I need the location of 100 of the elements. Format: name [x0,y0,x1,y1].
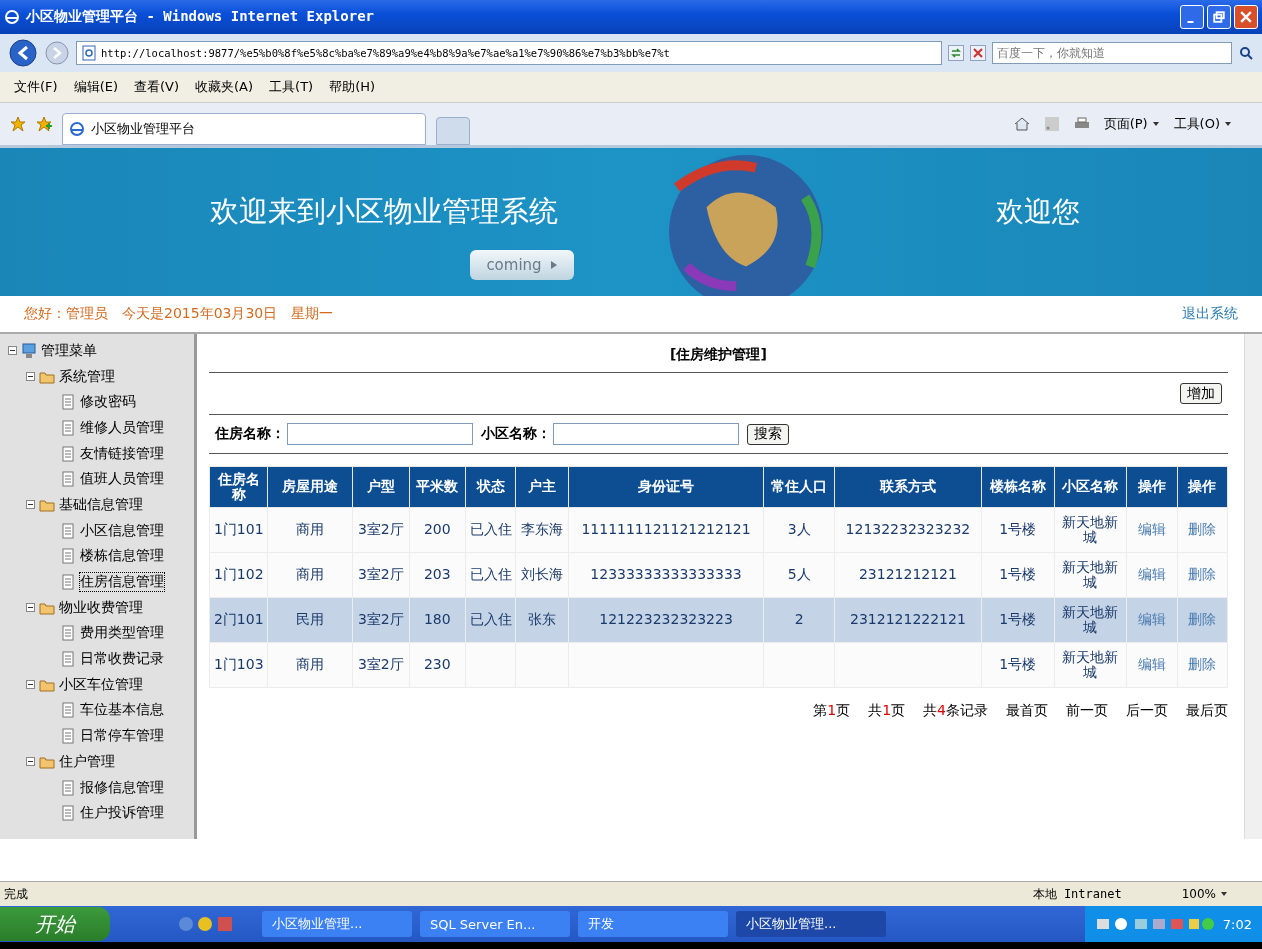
table-cell: 1号楼 [999,566,1037,583]
search-field[interactable]: 百度一下，你就知道 [992,42,1232,64]
restore-button[interactable] [1207,5,1231,29]
table-cell: 3人 [787,521,811,538]
zoom-control[interactable]: 100% [1181,887,1216,901]
scrollbar[interactable] [1244,334,1262,839]
tree-item[interactable]: 友情链接管理 [80,444,164,463]
table-cell: 刘长海 [521,566,564,583]
column-header: 常住人口 [763,466,835,508]
table-row[interactable]: 1门101 商用 3室2厅 200 已入住 李东海 1111111121121212121 3人 12132232323232 1号楼 新天地新城 编辑 删除 [209,507,1228,553]
tree-item[interactable]: 费用类型管理 [80,624,164,643]
collapse-toggle-icon[interactable] [26,603,35,613]
search-button[interactable]: 搜索 [747,423,789,445]
column-header: 房屋用途 [267,466,353,508]
collapse-toggle-icon[interactable] [26,757,35,767]
tools-menu-button[interactable]: 工具(O) [1173,115,1220,133]
browser-logo-icon [69,121,85,137]
clock: 7:02 [1222,916,1252,932]
coming-button[interactable]: coming [470,250,574,280]
tree-root[interactable]: 管理菜单 [41,341,97,360]
add-button[interactable]: 增加 [1180,383,1222,404]
tree-folder[interactable]: 住户管理 [59,752,115,771]
add-favorite-icon[interactable] [36,116,52,132]
taskbar-button[interactable]: 小区物业管理... [736,911,886,937]
table-cell: 2门101 [213,611,264,628]
logout-link[interactable]: 退出系统 [1182,305,1238,323]
star-icon[interactable] [10,116,26,132]
tree-item[interactable]: 小区信息管理 [80,521,164,540]
stop-button[interactable] [970,45,986,61]
tree-item[interactable]: 日常收费记录 [80,650,164,669]
tree-item[interactable]: 值班人员管理 [80,470,164,489]
tree-item[interactable]: 住户投诉管理 [80,804,164,823]
status-text: 完成 [4,885,28,903]
search-input[interactable] [553,423,739,445]
document-icon [60,522,76,539]
collapse-toggle-icon[interactable] [8,346,17,356]
tree-item[interactable]: 维修人员管理 [80,418,164,437]
collapse-toggle-icon[interactable] [26,680,35,690]
table-row[interactable]: 1门103 商用 3室2厅 230 1号楼 新天地新城 编辑 删除 [209,642,1228,688]
caret-icon[interactable] [1151,120,1160,128]
table-cell: 新天地新城 [1062,558,1119,590]
search-input[interactable] [287,423,473,445]
pager-link[interactable]: 最首页 [1006,702,1048,720]
table-cell: 1门102 [213,566,264,583]
column-header: 小区名称 [1054,466,1127,508]
collapse-toggle-icon[interactable] [26,500,35,510]
back-button[interactable] [8,38,38,68]
tree-item[interactable]: 住房信息管理 [80,573,164,592]
minimize-button[interactable] [1180,5,1204,29]
search-icon[interactable] [1238,45,1254,61]
menu-item[interactable]: 文件(F) [14,78,58,96]
menu-item[interactable]: 收藏夹(A) [195,78,254,96]
document-icon [60,651,76,668]
table-cell: 200 [423,521,451,538]
pager-link[interactable]: 最后页 [1186,702,1228,720]
taskbar-button[interactable]: 小区物业管理... [262,911,412,937]
forward-button[interactable] [44,40,70,66]
column-header: 户型 [352,466,410,508]
page-icon [81,45,97,61]
caret-icon[interactable] [1220,890,1228,898]
menu-item[interactable]: 查看(V) [134,78,180,96]
table-cell: 民用 [296,611,325,628]
pager-link[interactable]: 前一页 [1066,702,1108,720]
home-icon[interactable] [1013,116,1030,132]
table-cell: 1门101 [213,521,264,538]
tree-item[interactable]: 日常停车管理 [80,727,164,746]
close-button[interactable] [1234,5,1258,29]
table-row[interactable]: 1门102 商用 3室2厅 203 已入住 刘长海 12333333333333333 5人 23121212121 1号楼 新天地新城 编辑 删除 [209,552,1228,598]
tree-folder[interactable]: 小区车位管理 [59,675,143,694]
menu-item[interactable]: 编辑(E) [73,78,118,96]
refresh-button[interactable] [948,45,964,61]
collapse-toggle-icon[interactable] [26,372,35,382]
caret-icon[interactable] [1224,120,1232,128]
tree-item[interactable]: 楼栋信息管理 [80,547,164,566]
document-icon [60,419,76,436]
browser-tab[interactable]: 小区物业管理平台 [62,113,426,145]
tree-folder[interactable]: 基础信息管理 [59,495,143,514]
document-icon [60,445,76,462]
tree-item[interactable]: 车位基本信息 [80,701,164,720]
document-icon [60,625,76,642]
table-cell: 230 [423,656,451,673]
menu-item[interactable]: 帮助(H) [329,78,376,96]
start-button[interactable]: 开始 [0,907,110,941]
pager-link[interactable]: 后一页 [1126,702,1168,720]
menu-item[interactable]: 工具(T) [269,78,314,96]
taskbar-button[interactable]: 开发 [578,911,728,937]
quick-launch-icons[interactable] [178,916,234,932]
tree-folder[interactable]: 系统管理 [59,367,115,386]
column-header: 户主 [515,466,569,508]
table-cell: 1号楼 [999,611,1037,628]
address-field[interactable]: http://localhost:9877/%e5%b0%8f%e5%8c%ba%e7%89%a9%e4%b8%9a%e7%ae%a1%e7%90%86%e7%b3%bb%e7%t [76,41,942,65]
taskbar-button[interactable]: SQL Server En... [420,911,570,937]
page-menu-button[interactable]: 页面(P) [1103,115,1148,133]
table-cell: 2 [794,611,804,628]
tray-icons[interactable] [1094,916,1215,932]
tree-item[interactable]: 修改密码 [80,393,136,412]
restore-icon [1213,11,1225,23]
tree-item[interactable]: 报修信息管理 [80,778,164,797]
tree-folder[interactable]: 物业收费管理 [59,598,143,617]
table-cell: 3室2厅 [357,611,404,628]
